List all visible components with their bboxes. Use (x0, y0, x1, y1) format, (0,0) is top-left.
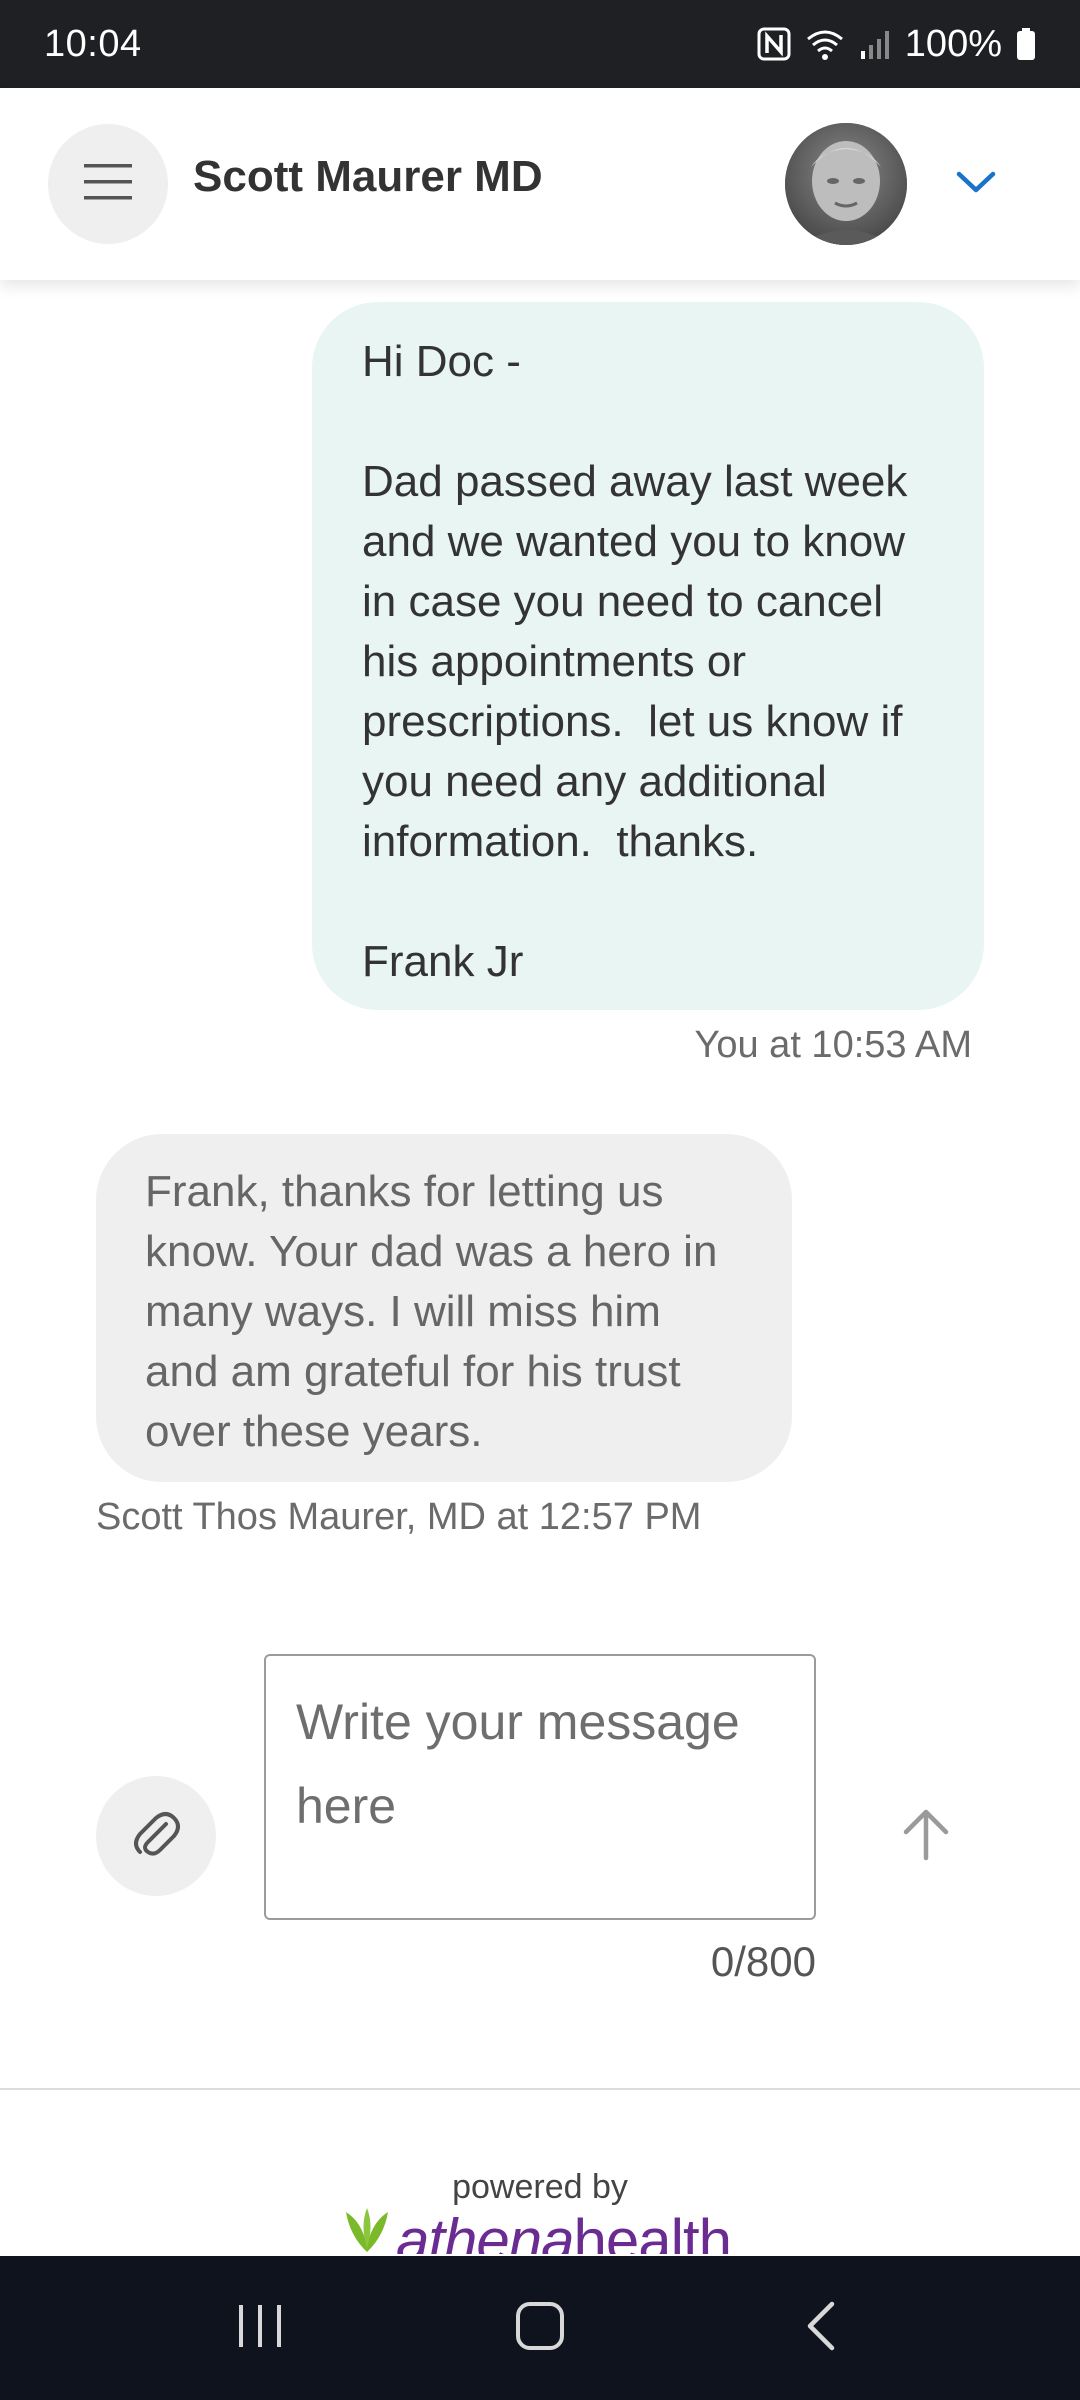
hamburger-menu-icon (82, 162, 134, 207)
recent-apps-button[interactable] (200, 2278, 320, 2378)
account-dropdown-button[interactable] (940, 148, 1012, 220)
back-icon (802, 2300, 838, 2357)
wifi-icon (805, 27, 845, 61)
signal-icon (859, 27, 891, 61)
leaf-icon (340, 2206, 394, 2254)
message-meta-incoming: Scott Thos Maurer, MD at 12:57 PM (96, 1496, 702, 1538)
status-bar: 10:04 100% (0, 0, 1080, 88)
menu-button[interactable] (48, 124, 168, 244)
home-button[interactable] (480, 2278, 600, 2378)
attach-button[interactable] (96, 1776, 216, 1896)
character-counter: 0/800 (710, 1938, 816, 1985)
send-button[interactable] (880, 1790, 972, 1882)
message-input[interactable] (264, 1654, 816, 1920)
page-title: Scott Maurer MD (193, 152, 543, 201)
brand-main: athena (396, 2207, 575, 2254)
nfc-icon (757, 27, 791, 61)
arrow-up-icon (900, 1806, 952, 1867)
back-button[interactable] (760, 2278, 880, 2378)
system-nav-bar (0, 2256, 1080, 2400)
message-meta-outgoing: You at 10:53 AM (694, 1024, 973, 1066)
footer-divider (0, 2088, 1080, 2090)
chevron-down-icon (956, 170, 996, 199)
recent-apps-icon (235, 2301, 285, 2356)
message-bubble-incoming: Frank, thanks for letting us know. Your … (96, 1134, 792, 1482)
conversation-header: Scott Maurer MD (0, 88, 1080, 280)
paperclip-icon (128, 1806, 184, 1867)
battery-percent: 100% (904, 22, 1002, 65)
brand-wordmark: athenahealth (396, 2206, 731, 2254)
powered-by-label: powered by (452, 2168, 628, 2206)
status-icons: 100% (757, 23, 1036, 66)
battery-icon (1016, 27, 1036, 61)
message-bubble-outgoing: Hi Doc - Dad passed away last week and w… (312, 302, 984, 1010)
brand-secondary: health (573, 2207, 731, 2254)
avatar[interactable] (785, 123, 907, 245)
athenahealth-logo: athenahealth (340, 2206, 731, 2254)
home-icon (514, 2300, 566, 2357)
status-time: 10:04 (44, 22, 142, 65)
